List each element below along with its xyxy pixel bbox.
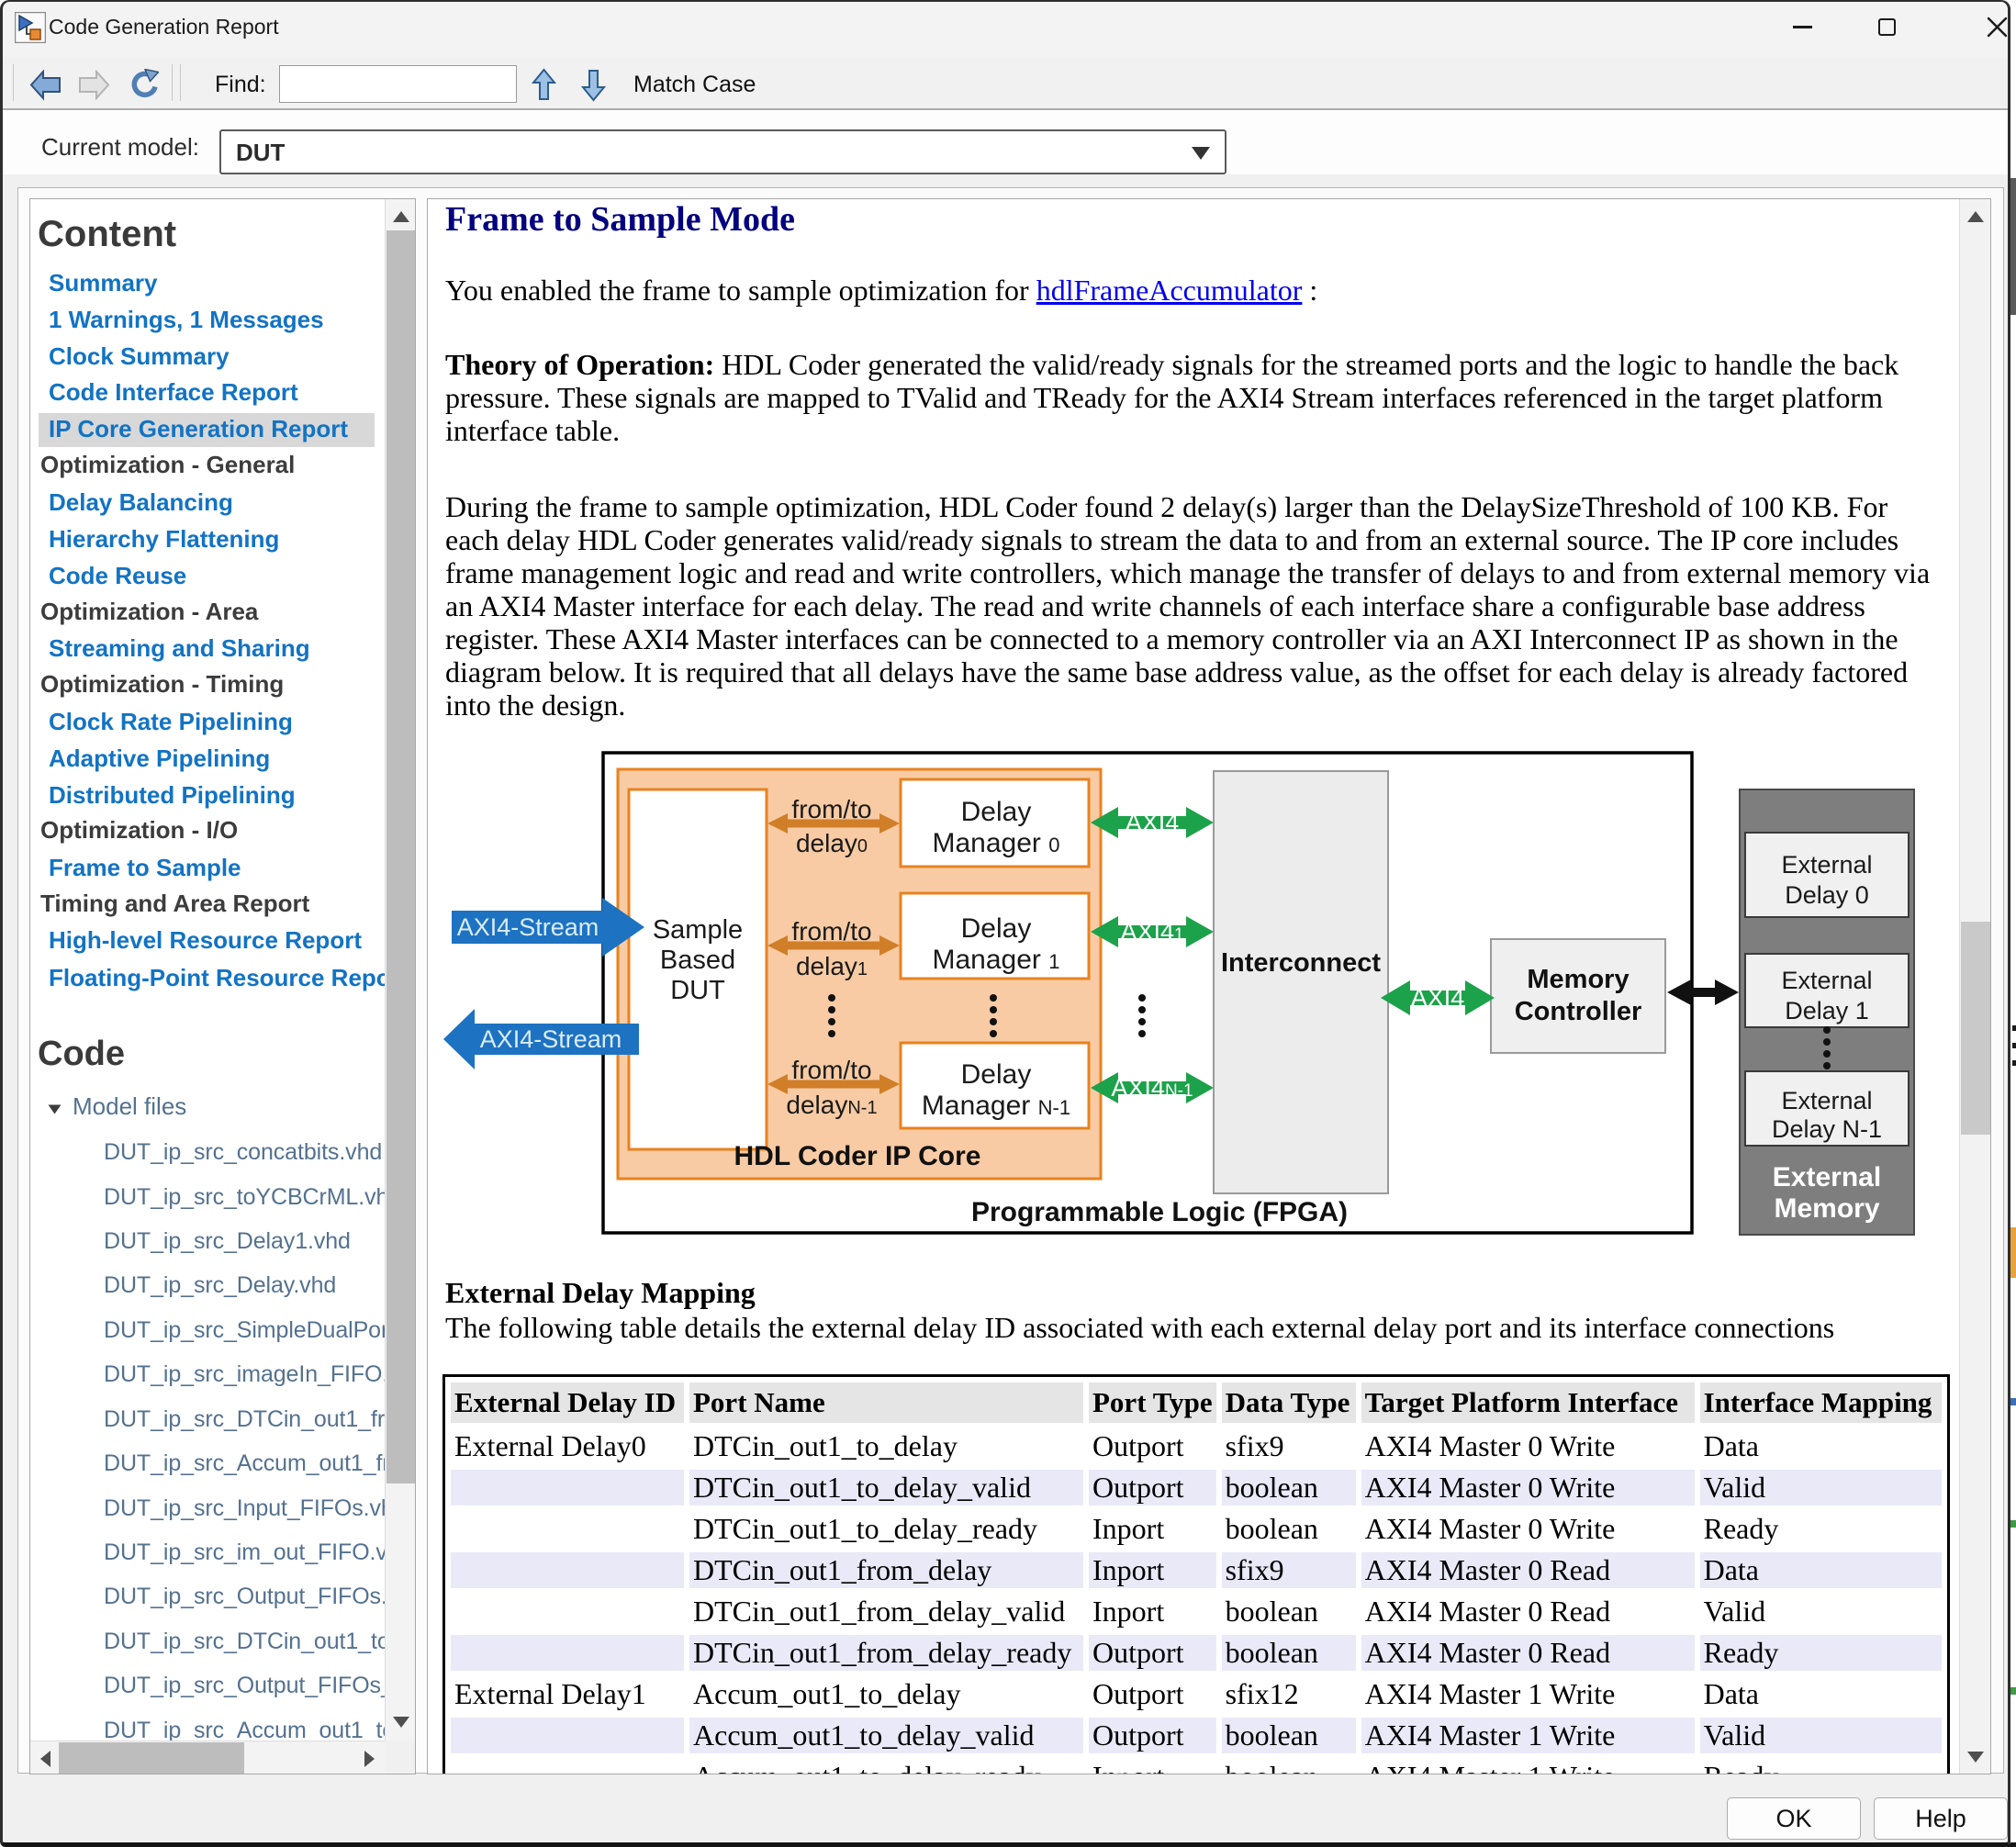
svg-text:Memory: Memory bbox=[1527, 965, 1629, 994]
svg-text:Based: Based bbox=[660, 946, 735, 975]
svg-text:Controller: Controller bbox=[1515, 997, 1642, 1026]
svg-text:from/to: from/to bbox=[791, 795, 871, 823]
svg-text:AXI4-Stream: AXI4-Stream bbox=[480, 1025, 622, 1053]
svg-text:Delay: Delay bbox=[961, 797, 1032, 827]
svg-text:Delay: Delay bbox=[961, 913, 1032, 944]
svg-text:External: External bbox=[1781, 1087, 1872, 1114]
svg-text:Manager 1: Manager 1 bbox=[933, 945, 1060, 975]
svg-text:Sample: Sample bbox=[653, 915, 743, 945]
svg-text:AXI4: AXI4 bbox=[1126, 809, 1180, 836]
svg-text:External: External bbox=[1773, 1162, 1881, 1192]
svg-text:External: External bbox=[1781, 851, 1872, 879]
svg-text:from/to: from/to bbox=[791, 917, 871, 946]
svg-text:DUT: DUT bbox=[670, 976, 725, 1005]
svg-text:AXI4-Stream: AXI4-Stream bbox=[457, 913, 599, 941]
svg-text:delay0: delay0 bbox=[796, 829, 868, 857]
svg-text:Delay 1: Delay 1 bbox=[1785, 997, 1869, 1024]
svg-text:External: External bbox=[1781, 967, 1872, 994]
svg-text:HDL Coder IP Core: HDL Coder IP Core bbox=[734, 1141, 981, 1171]
svg-text:Manager 0: Manager 0 bbox=[933, 828, 1060, 858]
svg-text:Memory: Memory bbox=[1774, 1193, 1879, 1224]
svg-text:AXI4: AXI4 bbox=[1411, 984, 1465, 1012]
svg-text:from/to: from/to bbox=[791, 1056, 871, 1084]
svg-text:delay1: delay1 bbox=[796, 952, 868, 980]
svg-text:Delay N-1: Delay N-1 bbox=[1772, 1115, 1882, 1143]
svg-text:Interconnect: Interconnect bbox=[1221, 948, 1381, 978]
svg-text:Delay: Delay bbox=[961, 1059, 1032, 1090]
svg-text:Delay 0: Delay 0 bbox=[1785, 881, 1869, 909]
svg-text:Programmable Logic (FPGA): Programmable Logic (FPGA) bbox=[971, 1197, 1348, 1227]
